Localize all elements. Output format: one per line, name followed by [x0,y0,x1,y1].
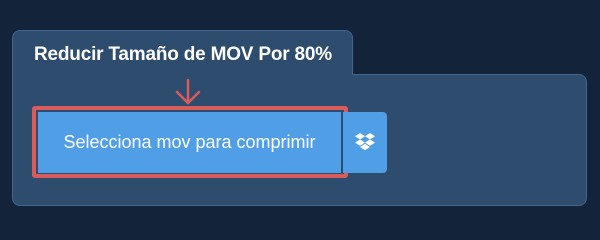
select-file-button[interactable]: Selecciona mov para comprimir [38,112,341,173]
down-arrow-icon [175,78,201,105]
dropbox-icon [355,132,375,150]
dropbox-button[interactable] [343,112,387,173]
select-file-button-label: Selecciona mov para comprimir [63,132,316,152]
panel-title: Reducir Tamaño de MOV Por 80% [34,44,332,65]
